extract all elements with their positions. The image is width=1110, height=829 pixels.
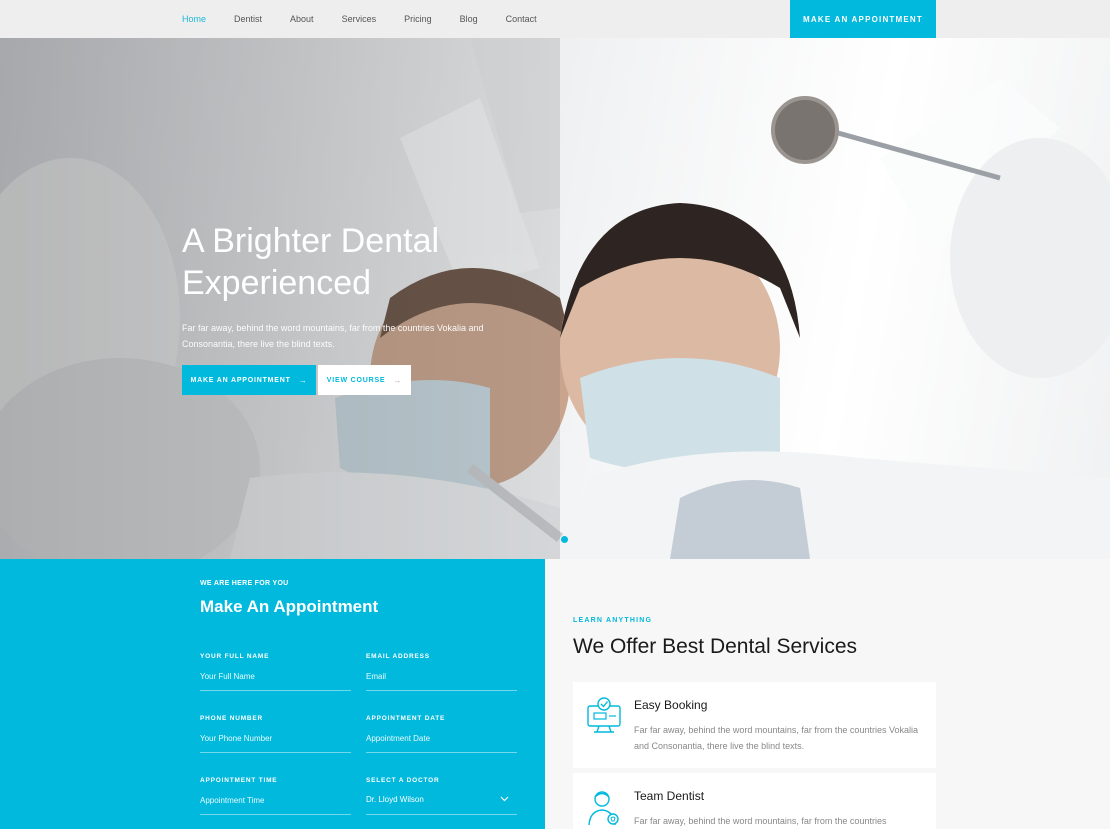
phone-field-group: PHONE NUMBER <box>200 715 351 753</box>
service-card-text: Far far away, behind the word mountains,… <box>634 725 918 751</box>
date-field-group: APPOINTMENT DATE <box>366 715 517 753</box>
time-label: APPOINTMENT TIME <box>200 777 278 784</box>
service-card-team-dentist[interactable]: Team Dentist Far far away, behind the wo… <box>573 773 936 829</box>
services-section: LEARN ANYTHING We Offer Best Dental Serv… <box>545 559 1110 829</box>
service-card-title: Team Dentist <box>634 789 705 803</box>
email-input[interactable] <box>366 671 517 691</box>
view-course-label: VIEW COURSE <box>326 376 386 384</box>
top-nav: Home Dentist About Services Pricing Blog… <box>0 0 1110 38</box>
email-label: EMAIL ADDRESS <box>366 653 430 660</box>
nav-links: Home Dentist About Services Pricing Blog… <box>182 0 565 38</box>
hero-appointment-label: MAKE AN APPOINTMENT <box>190 376 291 384</box>
hero-appointment-button[interactable]: MAKE AN APPOINTMENT → <box>182 365 316 395</box>
chevron-down-icon <box>500 794 509 804</box>
arrow-right-icon: → <box>298 375 308 385</box>
nav-item-about[interactable]: About <box>290 14 314 24</box>
phone-label: PHONE NUMBER <box>200 715 264 722</box>
nav-item-contact[interactable]: Contact <box>506 14 537 24</box>
email-field-group: EMAIL ADDRESS <box>366 653 517 691</box>
date-label: APPOINTMENT DATE <box>366 715 446 722</box>
nav-item-home[interactable]: Home <box>182 14 206 24</box>
services-kicker: LEARN ANYTHING <box>573 617 653 624</box>
hero-title: A Brighter Dental Experienced <box>182 222 440 302</box>
dentist-person-icon <box>585 787 625 827</box>
service-card-title: Easy Booking <box>634 698 708 712</box>
doctor-select-value: Dr. Lloyd Wilson <box>366 795 424 804</box>
doctor-select[interactable]: Dr. Lloyd Wilson <box>366 795 517 815</box>
time-field-group: APPOINTMENT TIME <box>200 777 351 815</box>
nav-item-pricing[interactable]: Pricing <box>404 14 432 24</box>
time-input[interactable] <box>200 795 351 815</box>
phone-input[interactable] <box>200 733 351 753</box>
hero-description: Far far away, behind the word mountains,… <box>182 323 484 349</box>
nav-item-services[interactable]: Services <box>342 14 377 24</box>
appointment-title: Make An Appointment <box>200 597 379 616</box>
full-name-field-group: YOUR FULL NAME <box>200 653 351 691</box>
appointment-section: WE ARE HERE FOR YOU Make An Appointment … <box>0 559 545 829</box>
service-card-text: Far far away, behind the word mountains,… <box>634 816 887 826</box>
view-course-button[interactable]: VIEW COURSE → <box>318 365 411 395</box>
appointment-kicker: WE ARE HERE FOR YOU <box>200 580 289 587</box>
service-card-easy-booking[interactable]: Easy Booking Far far away, behind the wo… <box>573 682 936 768</box>
full-name-input[interactable] <box>200 671 351 691</box>
doctor-field-group: SELECT A DOCTOR Dr. Lloyd Wilson <box>366 777 517 815</box>
nav-appointment-button[interactable]: MAKE AN APPOINTMENT <box>790 0 936 38</box>
nav-item-blog[interactable]: Blog <box>460 14 478 24</box>
hero-section: A Brighter Dental Experienced Far far aw… <box>0 38 1110 559</box>
slider-dot[interactable] <box>561 536 568 543</box>
services-title: We Offer Best Dental Services <box>573 635 858 658</box>
date-input[interactable] <box>366 733 517 753</box>
booking-monitor-icon <box>585 696 625 736</box>
doctor-label: SELECT A DOCTOR <box>366 777 440 784</box>
nav-item-dentist[interactable]: Dentist <box>234 14 262 24</box>
arrow-right-icon: → <box>393 375 403 385</box>
full-name-label: YOUR FULL NAME <box>200 653 270 660</box>
